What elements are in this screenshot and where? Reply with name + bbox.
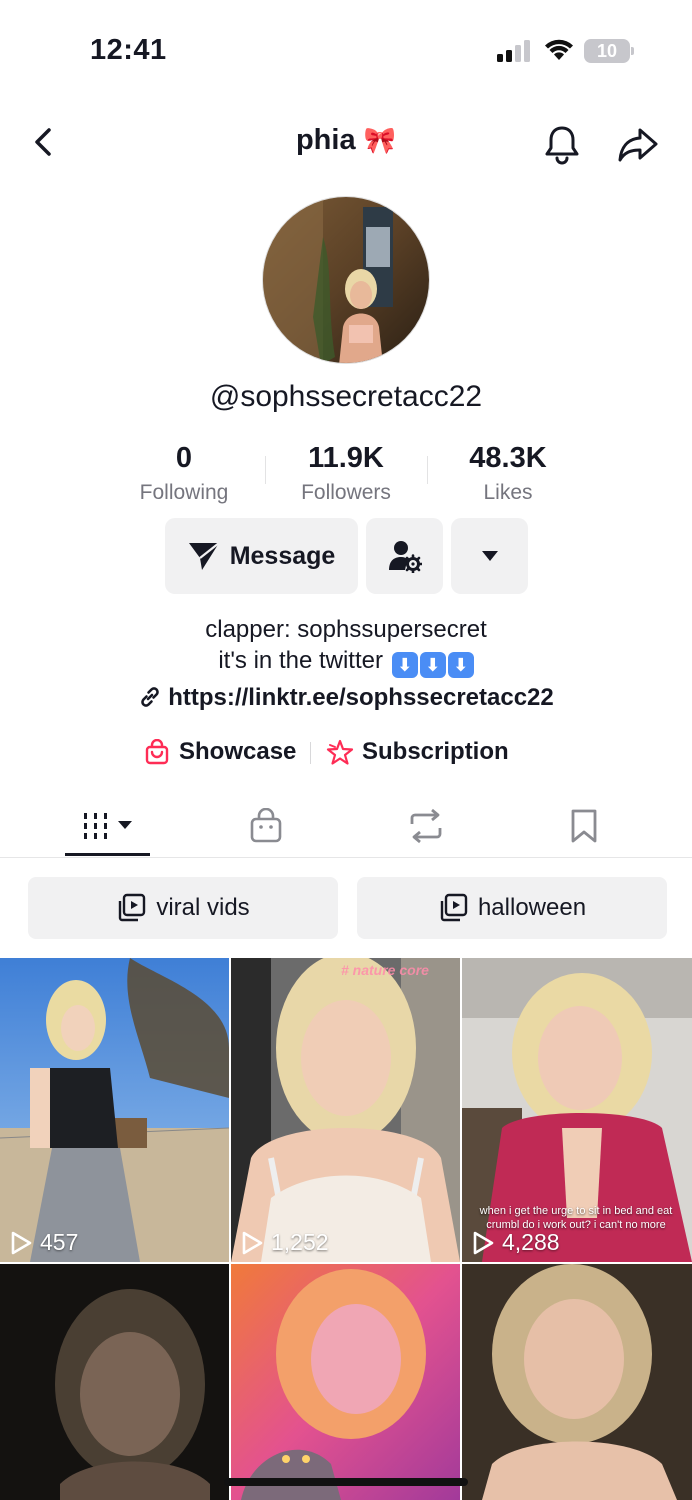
repost-icon <box>410 808 442 844</box>
playlist-label: viral vids <box>156 894 250 921</box>
profile-actions: Message <box>0 518 692 596</box>
videos-grid-icon <box>84 813 132 839</box>
bio: clapper: sophssupersecret it's in the tw… <box>0 614 692 678</box>
subscription-label: Subscription <box>362 738 509 765</box>
view-count: 1,252 <box>241 1229 329 1256</box>
tab-videos[interactable] <box>48 796 168 856</box>
user-gear-icon <box>388 541 422 573</box>
video-thumbnail[interactable] <box>0 1264 229 1500</box>
stat-label: Following <box>139 481 229 504</box>
signal-icon <box>497 40 530 62</box>
stat-likes[interactable]: 48.3K Likes <box>428 440 588 508</box>
playlists: viral vids halloween <box>0 877 692 941</box>
stat-value: 11.9K <box>308 442 384 474</box>
playlist-icon <box>119 893 146 922</box>
video-thumbnail[interactable]: 457 <box>0 958 229 1262</box>
video-thumbnail[interactable] <box>231 1264 460 1500</box>
back-icon[interactable] <box>24 122 64 162</box>
tab-reposts[interactable] <box>366 796 486 856</box>
stat-value: 48.3K <box>469 442 547 474</box>
bio-link[interactable]: https://linktr.ee/sophssecretacc22 <box>0 684 692 712</box>
top-nav: phia 🎀 <box>0 110 692 174</box>
down-arrow-emoji: ⬇ <box>419 652 446 678</box>
bio-link-text: https://linktr.ee/sophssecretacc22 <box>168 684 554 711</box>
down-arrow-emoji: ⬇ <box>447 652 474 678</box>
play-icon <box>11 1231 32 1254</box>
profile-stats: 0 Following 11.9K Followers 48.3K Likes <box>0 440 692 510</box>
view-count-text: 457 <box>40 1229 79 1255</box>
bio-line-2-text: it's in the twitter <box>218 647 383 674</box>
shop-bag-icon <box>250 808 282 843</box>
stat-followers[interactable]: 11.9K Followers <box>266 440 426 508</box>
caret-down-icon <box>481 551 498 561</box>
share-icon[interactable] <box>614 122 662 166</box>
subscription-link[interactable]: Subscription <box>326 734 509 770</box>
message-label: Message <box>229 541 336 570</box>
stat-label: Followers <box>301 481 391 504</box>
play-icon <box>242 1231 263 1254</box>
video-thumbnail[interactable]: # nature core 1,252 <box>231 958 460 1262</box>
video-overlay-tag: # nature core <box>341 962 429 978</box>
bio-line-1: clapper: sophssupersecret <box>205 616 487 643</box>
home-indicator[interactable] <box>224 1478 468 1486</box>
view-count-text: 1,252 <box>271 1229 329 1255</box>
view-count-text: 4,288 <box>502 1229 560 1255</box>
username: @sophssecretacc22 <box>209 380 483 413</box>
showcase-link[interactable]: Showcase <box>144 734 296 770</box>
video-caption: when i get the urge to sit in bed and ea… <box>479 1205 673 1231</box>
view-count: 457 <box>10 1229 78 1256</box>
bell-icon[interactable] <box>540 122 584 166</box>
send-icon <box>188 542 220 570</box>
shopping-bag-icon <box>145 739 169 765</box>
video-thumbnail[interactable]: when i get the urge to sit in bed and ea… <box>462 958 692 1262</box>
showcase-label: Showcase <box>179 738 297 765</box>
message-button[interactable]: Message <box>165 518 358 594</box>
bow-emoji: 🎀 <box>363 125 397 155</box>
battery-level: 10 <box>596 41 618 61</box>
status-bar: 12:41 10 <box>0 0 692 100</box>
video-thumbnail[interactable] <box>462 1264 692 1500</box>
subscription-star-icon <box>326 739 354 765</box>
tab-saved[interactable] <box>524 796 644 856</box>
bio-line-2: it's in the twitter ⬇ ⬇ ⬇ <box>0 645 692 678</box>
link-icon <box>141 687 160 707</box>
shop-row: Showcase Subscription <box>0 734 692 770</box>
view-count: 4,288 <box>472 1229 560 1256</box>
status-time: 12:41 <box>90 34 167 66</box>
playlist-label: halloween <box>477 894 587 921</box>
playlist-icon <box>440 893 468 922</box>
playlist-halloween[interactable]: halloween <box>357 877 667 939</box>
more-dropdown-button[interactable] <box>451 518 528 594</box>
page-title: phia 🎀 <box>246 124 446 157</box>
content-tabs <box>0 796 692 858</box>
stat-following[interactable]: 0 Following <box>104 440 264 508</box>
stat-label: Likes <box>483 481 533 504</box>
playlist-viral-vids[interactable]: viral vids <box>28 877 338 939</box>
down-arrow-emoji: ⬇ <box>391 652 418 678</box>
bookmark-icon <box>571 809 597 843</box>
divider <box>310 742 311 764</box>
battery-icon: 10 <box>584 39 634 63</box>
avatar[interactable] <box>262 196 430 364</box>
play-icon <box>473 1231 494 1254</box>
wifi-icon <box>545 39 573 60</box>
active-tab-indicator <box>65 853 150 856</box>
tab-shop[interactable] <box>206 796 326 856</box>
stat-value: 0 <box>175 442 193 474</box>
friend-settings-button[interactable] <box>366 518 443 594</box>
page-title-text: phia <box>295 124 356 156</box>
video-grid: 457 # nature core 1,252 when i get the u… <box>0 958 692 1500</box>
